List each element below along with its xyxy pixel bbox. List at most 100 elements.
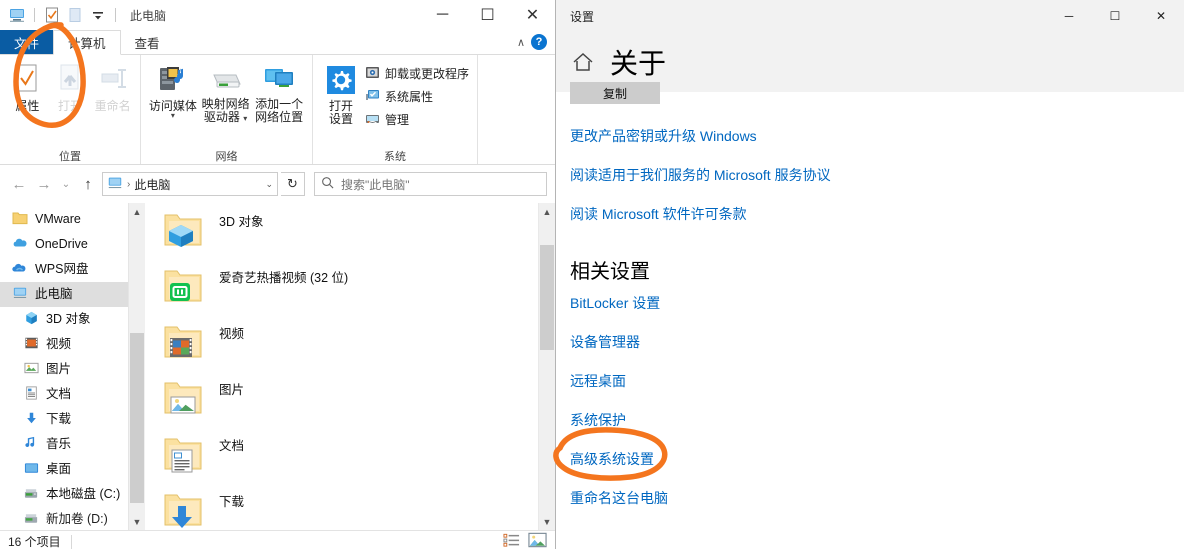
nav-item-videos[interactable]: 视频: [0, 332, 145, 357]
ribbon-item-system-properties-label: 系统属性: [385, 90, 434, 104]
list-item[interactable]: 爱奇艺热播视频 (32 位): [145, 259, 555, 315]
music-icon: [24, 436, 39, 453]
tab-file[interactable]: 文件: [0, 30, 54, 54]
scroll-down-arrow-icon[interactable]: ▼: [539, 513, 555, 530]
list-item-name: 下载: [219, 495, 245, 509]
nav-item-new-volume-d[interactable]: 新加卷 (D:): [0, 507, 145, 530]
quick-access-toolbar: 此电脑: [0, 6, 166, 24]
ribbon-button-access-media[interactable]: 访问媒体 ▾: [147, 58, 199, 120]
tab-view[interactable]: 查看: [121, 30, 174, 54]
settings-body: 复制 更改产品密钥或升级 Windows 阅读适用于我们服务的 Microsof…: [556, 82, 1184, 549]
nav-item-desktop[interactable]: 桌面: [0, 457, 145, 482]
properties-icon: [11, 63, 43, 97]
list-item[interactable]: 下载: [145, 483, 555, 530]
nav-item-this-pc[interactable]: 此电脑: [0, 282, 145, 307]
nav-item-pictures[interactable]: 图片: [0, 357, 145, 382]
settings-gear-icon: [325, 63, 357, 97]
list-item[interactable]: 文档: [145, 427, 555, 483]
chevron-down-icon[interactable]: ▾: [171, 112, 175, 120]
this-pc-icon: [12, 286, 28, 303]
up-button[interactable]: ↑: [77, 173, 99, 195]
link-change-product-key[interactable]: 更改产品密钥或升级 Windows: [570, 126, 757, 146]
local-disk-icon: [24, 486, 39, 503]
settings-minimize-button[interactable]: ─: [1046, 0, 1092, 32]
navigation-pane-scrollbar[interactable]: ▲ ▼: [128, 203, 145, 530]
scroll-up-arrow-icon[interactable]: ▲: [129, 203, 145, 220]
ribbon-button-map-drive[interactable]: 映射网络 驱动器 ▾: [199, 58, 253, 124]
link-remote-desktop[interactable]: 远程桌面: [570, 371, 626, 391]
link-microsoft-services-agreement[interactable]: 阅读适用于我们服务的 Microsoft 服务协议: [570, 165, 831, 185]
folder-videos-icon: [161, 319, 205, 368]
chevron-down-icon[interactable]: ▾: [243, 114, 247, 123]
settings-title-bar: 设置 ─ ☐ ✕: [556, 0, 1184, 32]
ribbon-button-rename[interactable]: 重命名: [91, 58, 134, 113]
tab-computer[interactable]: 计算机: [53, 30, 121, 55]
list-item[interactable]: 视频: [145, 315, 555, 371]
ribbon-item-uninstall-program[interactable]: 卸载或更改程序: [365, 62, 469, 85]
file-list-scrollbar[interactable]: ▲ ▼: [538, 203, 555, 530]
ribbon-button-open-settings[interactable]: 打开 设置: [319, 58, 363, 126]
properties-checkbox-icon[interactable]: [43, 6, 61, 24]
file-list-scroll-thumb[interactable]: [540, 245, 554, 350]
link-system-protection[interactable]: 系统保护: [570, 410, 626, 430]
nav-item-music[interactable]: 音乐: [0, 432, 145, 457]
ribbon-item-system-properties[interactable]: 系统属性: [365, 85, 469, 108]
ribbon-item-manage[interactable]: 管理: [365, 108, 469, 131]
this-pc-icon[interactable]: [8, 6, 26, 24]
nav-item-wps-cloud[interactable]: WPS网盘: [0, 257, 145, 282]
folder-documents-icon: [161, 431, 205, 480]
nav-item-local-disk-c[interactable]: 本地磁盘 (C:): [0, 482, 145, 507]
customize-dropdown-icon[interactable]: [89, 6, 107, 24]
details-view-icon[interactable]: [503, 533, 520, 549]
documents-icon: [24, 386, 39, 403]
list-item[interactable]: 图片: [145, 371, 555, 427]
new-folder-icon[interactable]: [66, 6, 84, 24]
explorer-close-button[interactable]: ✕: [510, 0, 555, 30]
ribbon-button-add-network-location[interactable]: 添加一个 网络位置: [252, 58, 306, 124]
large-icons-view-icon[interactable]: [528, 532, 547, 549]
nav-item-new-volume-d-label: 新加卷 (D:): [46, 512, 108, 527]
videos-icon: [24, 336, 39, 353]
nav-item-downloads[interactable]: 下载: [0, 407, 145, 432]
nav-item-documents[interactable]: 文档: [0, 382, 145, 407]
ribbon-button-properties-label: 属性: [15, 99, 40, 113]
media-server-icon: [156, 63, 190, 97]
link-microsoft-software-license-terms[interactable]: 阅读 Microsoft 软件许可条款: [570, 204, 747, 224]
breadcrumb-this-pc[interactable]: 此电脑: [134, 176, 170, 193]
explorer-minimize-button[interactable]: ─: [420, 0, 465, 30]
refresh-button[interactable]: ↻: [281, 172, 305, 196]
copy-button[interactable]: 复制: [570, 82, 660, 104]
nav-item-3d-objects[interactable]: 3D 对象: [0, 307, 145, 332]
ribbon-item-uninstall-program-label: 卸载或更改程序: [385, 67, 470, 81]
back-button[interactable]: ←: [8, 173, 30, 195]
link-bitlocker-settings[interactable]: BitLocker 设置: [570, 293, 660, 313]
settings-close-button[interactable]: ✕: [1138, 0, 1184, 32]
help-button[interactable]: ?: [531, 34, 547, 50]
ribbon-button-open[interactable]: 打开: [49, 58, 92, 113]
status-bar: 16 个项目: [0, 530, 555, 549]
home-icon[interactable]: [570, 49, 596, 75]
settings-maximize-button[interactable]: ☐: [1092, 0, 1138, 32]
link-advanced-system-settings[interactable]: 高级系统设置: [570, 449, 654, 469]
nav-item-downloads-label: 下载: [46, 412, 72, 427]
link-rename-this-pc[interactable]: 重命名这台电脑: [570, 488, 668, 508]
nav-item-vmware[interactable]: VMware: [0, 207, 145, 232]
chevron-up-icon[interactable]: ∧: [517, 36, 525, 49]
forward-button[interactable]: →: [33, 173, 55, 195]
navigation-scroll-thumb[interactable]: [130, 333, 144, 503]
nav-item-onedrive[interactable]: OneDrive: [0, 232, 145, 257]
address-bar[interactable]: › 此电脑 ⌄: [102, 172, 278, 196]
link-device-manager[interactable]: 设备管理器: [570, 332, 640, 352]
search-box[interactable]: 搜索"此电脑": [314, 172, 547, 196]
onedrive-cloud-icon: [12, 236, 28, 253]
item-count-label: 16 个项目: [8, 535, 61, 549]
scroll-down-arrow-icon[interactable]: ▼: [129, 513, 145, 530]
list-item[interactable]: 3D 对象: [145, 203, 555, 259]
chevron-down-icon[interactable]: ⌄: [265, 179, 273, 190]
scroll-up-arrow-icon[interactable]: ▲: [539, 203, 555, 220]
recent-locations-button[interactable]: ⌄: [58, 173, 74, 195]
status-divider: [70, 534, 72, 549]
explorer-maximize-button[interactable]: ☐: [465, 0, 510, 30]
list-item-name: 图片: [219, 383, 245, 397]
ribbon-button-properties[interactable]: 属性: [6, 58, 49, 113]
